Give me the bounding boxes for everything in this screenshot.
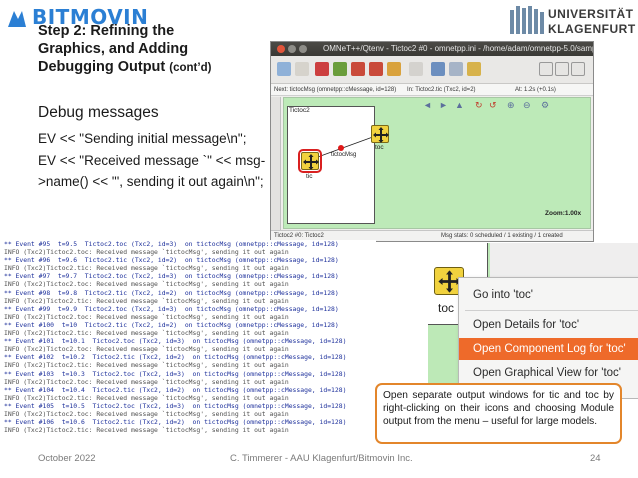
callout-note: Open separate output windows for tic and… xyxy=(375,383,622,444)
log-info-line: INFO (Txc2)Tictoc2.tic: Received message… xyxy=(4,296,289,305)
tic-node-icon[interactable] xyxy=(298,149,322,173)
tic-node-label: tic xyxy=(306,173,313,180)
menu-item-open-component-log[interactable]: Open Component Log for 'toc' xyxy=(459,338,638,360)
log-info-line: INFO (Txc2)Tictoc2.toc: Received message… xyxy=(4,280,289,289)
university-logo: UNIVERSITÄT KLAGENFURT xyxy=(510,4,636,38)
menu-separator xyxy=(465,310,638,311)
title-line-1: Step 2: Refining the xyxy=(38,23,175,39)
bitmovin-mark-icon xyxy=(8,11,26,27)
log-info-line: INFO (Txc2)Tictoc2.toc: Received message… xyxy=(4,248,289,257)
log-info-line: INFO (Txc2)Tictoc2.toc: Received message… xyxy=(4,377,289,386)
toc-large-node-label: toc xyxy=(438,301,455,315)
message-dot xyxy=(338,145,344,151)
log-event-line: ** Event #105 t=10.5 Tictoc2.toc (Txc2, … xyxy=(4,401,347,410)
university-name-line1: UNIVERSITÄT xyxy=(548,7,634,21)
log-event-line: ** Event #106 t=10.6 Tictoc2.tic (Txc2, … xyxy=(4,418,347,427)
log-info-line: INFO (Txc2)Tictoc2.toc: Received message… xyxy=(4,409,289,418)
code-line-2: EV << "Received message `" << msg->name(… xyxy=(38,153,266,189)
log-event-line: ** Event #98 t=9.8 Tictoc2.tic (Txc2, id… xyxy=(4,288,339,297)
log-info-line: INFO (Txc2)Tictoc2.tic: Received message… xyxy=(4,393,289,402)
log-info-line: INFO (Txc2)Tictoc2.tic: Received message… xyxy=(4,264,289,273)
log-event-line: ** Event #96 t=9.6 Tictoc2.tic (Txc2, id… xyxy=(4,256,339,265)
menu-item-go-into[interactable]: Go into 'toc' xyxy=(459,284,638,306)
toc-arrows-icon xyxy=(373,127,389,143)
tic-arrows-icon xyxy=(303,154,319,170)
log-info-line: INFO (Txc2)Tictoc2.tic: Received message… xyxy=(4,329,289,338)
log-event-line: ** Event #103 t=10.3 Tictoc2.toc (Txc2, … xyxy=(4,369,347,378)
log-event-line: ** Event #100 t=10 Tictoc2.tic (Txc2, id… xyxy=(4,320,339,329)
log-info-line: INFO (Txc2)Tictoc2.toc: Received message… xyxy=(4,312,289,321)
toc-node-icon[interactable] xyxy=(371,125,389,143)
log-info-line: INFO (Txc2)Tictoc2.tic: Received message… xyxy=(4,426,289,435)
code-line-1: EV << "Sending initial message\n"; xyxy=(38,131,247,146)
log-info-line: INFO (Txc2)Tictoc2.toc: Received message… xyxy=(4,345,289,354)
section-heading: Debug messages xyxy=(38,104,159,121)
context-menu: Go into 'toc' Open Details for 'toc' Ope… xyxy=(458,277,638,399)
qtenv-window: OMNeT++/Qtenv - Tictoc2 #0 - omnetpp.ini… xyxy=(270,41,594,242)
title-line-3-main: Debugging Output xyxy=(38,59,166,75)
footer-date: October 2022 xyxy=(38,453,96,464)
university-name-line2: KLAGENFURT xyxy=(548,22,636,36)
log-event-line: ** Event #102 t=10.2 Tictoc2.tic (Txc2, … xyxy=(4,353,347,362)
toc-node-label: toc xyxy=(375,144,384,151)
title-line-2: Graphics, and Adding xyxy=(38,41,189,57)
title-suffix: (cont’d) xyxy=(169,62,212,74)
title-line-3: Debugging Output (cont’d) xyxy=(38,58,268,77)
slide-title: Step 2: Refining the Graphics, and Addin… xyxy=(38,22,268,77)
menu-item-open-graphical-view[interactable]: Open Graphical View for 'toc' xyxy=(459,362,638,384)
page-number: 24 xyxy=(590,453,601,464)
zoom-label: Zoom:1.00x xyxy=(545,210,582,217)
message-label: tictocMsg xyxy=(331,152,357,158)
menu-item-open-details[interactable]: Open Details for 'toc' xyxy=(459,314,638,336)
log-event-line: ** Event #101 t=10.1 Tictoc2.toc (Txc2, … xyxy=(4,337,347,346)
log-event-line: ** Event #97 t=9.7 Tictoc2.toc (Txc2, id… xyxy=(4,272,339,281)
log-info-line: INFO (Txc2)Tictoc2.tic: Received message… xyxy=(4,361,289,370)
log-event-line: ** Event #95 t=9.5 Tictoc2.toc (Txc2, id… xyxy=(4,240,339,248)
university-mark-icon xyxy=(510,6,544,34)
event-log[interactable]: ** Event #95 t=9.5 Tictoc2.toc (Txc2, id… xyxy=(4,240,376,454)
log-event-line: ** Event #99 t=9.9 Tictoc2.toc (Txc2, id… xyxy=(4,304,339,313)
status-message-stats: Msg stats: 0 scheduled / 1 existing / 1 … xyxy=(441,233,563,239)
footer-author: C. Timmerer - AAU Klagenfurt/Bitmovin In… xyxy=(230,453,413,464)
log-event-line: ** Event #104 t=10.4 Tictoc2.tic (Txc2, … xyxy=(4,385,347,394)
context-menu-screenshot: toc Go into 'toc' Open Details for 'toc'… xyxy=(428,243,638,399)
